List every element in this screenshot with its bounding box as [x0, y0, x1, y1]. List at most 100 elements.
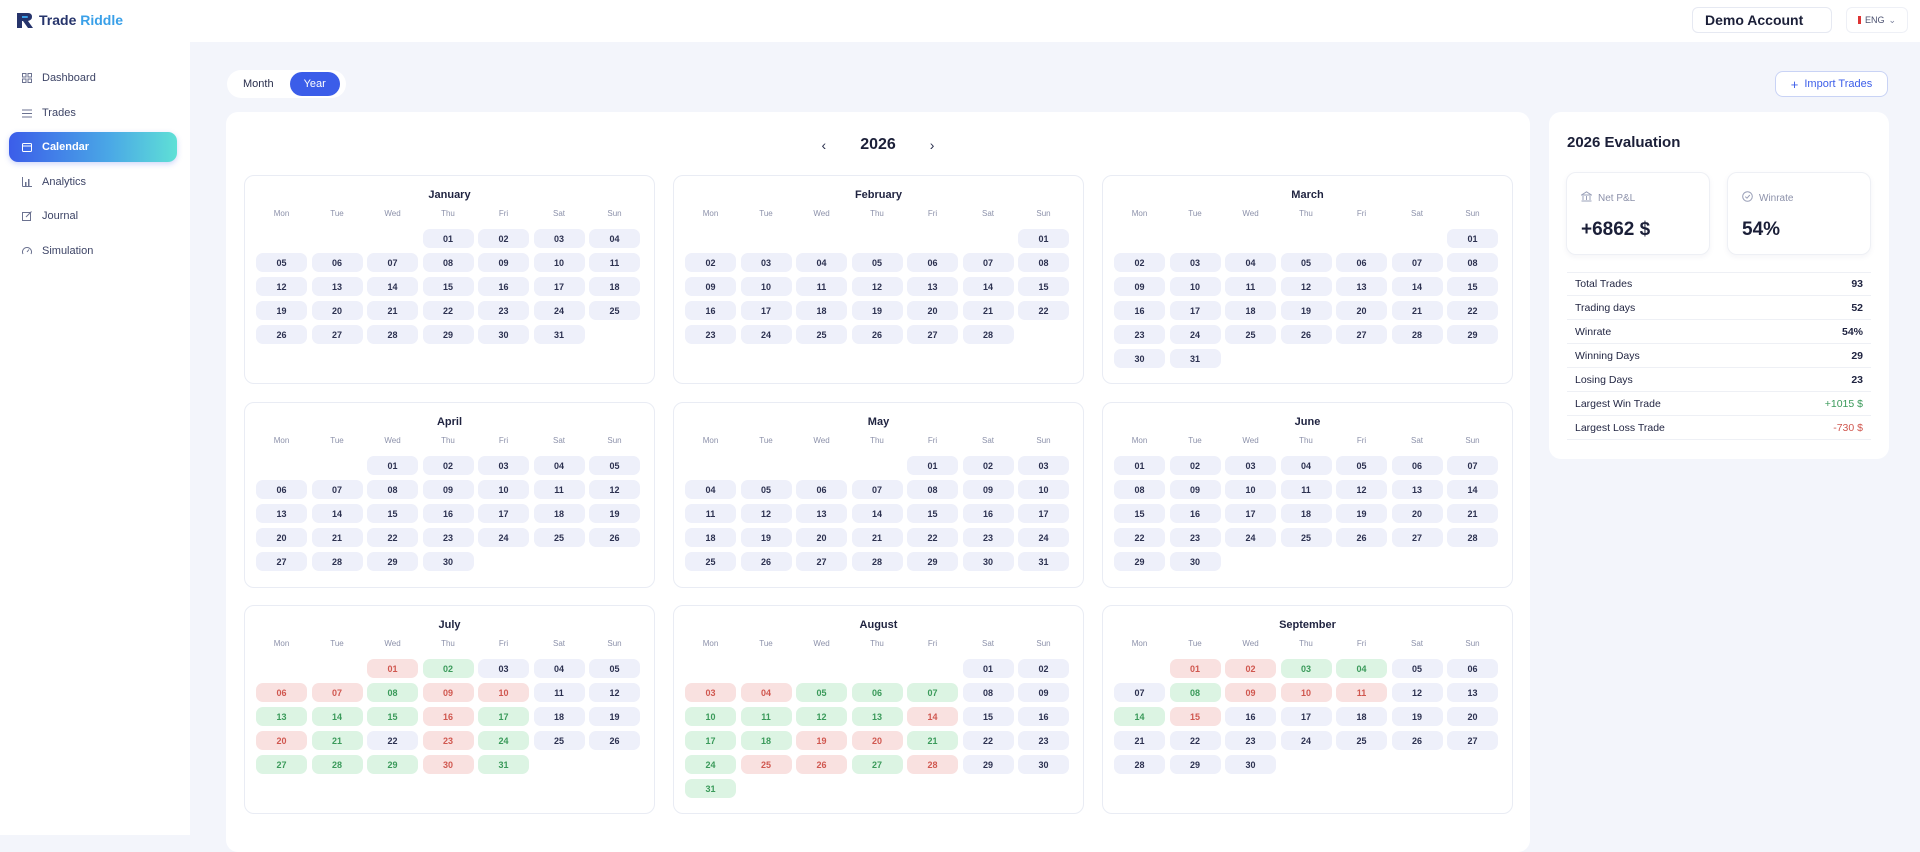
day-cell[interactable]: 12 [851, 277, 903, 296]
day-cell[interactable]: 04 [1225, 253, 1276, 272]
day-cell[interactable]: 11 [1280, 480, 1332, 499]
day-cell[interactable]: 17 [1225, 504, 1276, 523]
day-cell[interactable]: 03 [533, 229, 585, 248]
brand-logo[interactable]: Trade Riddle [15, 10, 123, 30]
day-cell[interactable]: 13 [311, 277, 363, 296]
day-cell[interactable]: 30 [1169, 552, 1221, 571]
day-cell[interactable]: 10 [1280, 683, 1332, 702]
day-cell[interactable]: 19 [740, 528, 792, 547]
day-cell[interactable]: 31 [533, 325, 585, 344]
day-cell[interactable]: 22 [907, 528, 958, 547]
day-cell[interactable]: 19 [1391, 707, 1443, 726]
day-cell[interactable]: 21 [1447, 504, 1498, 523]
day-cell[interactable]: 03 [740, 253, 792, 272]
day-cell[interactable]: 26 [589, 528, 640, 547]
day-cell[interactable]: 17 [478, 707, 529, 726]
day-cell[interactable]: 12 [796, 707, 847, 726]
day-cell[interactable]: 31 [1018, 552, 1069, 571]
day-cell[interactable]: 23 [1169, 528, 1221, 547]
day-cell[interactable]: 01 [367, 456, 418, 475]
day-cell[interactable]: 28 [962, 325, 1014, 344]
day-cell[interactable]: 29 [1447, 325, 1498, 344]
day-cell[interactable]: 10 [1018, 480, 1069, 499]
day-cell[interactable]: 06 [1336, 253, 1387, 272]
day-cell[interactable]: 29 [1114, 552, 1165, 571]
day-cell[interactable]: 12 [256, 277, 307, 296]
day-cell[interactable]: 27 [1447, 731, 1498, 750]
day-cell[interactable]: 13 [256, 707, 307, 726]
day-cell[interactable]: 17 [740, 301, 792, 320]
day-cell[interactable]: 27 [256, 755, 307, 774]
day-cell[interactable]: 27 [796, 552, 847, 571]
day-cell[interactable]: 02 [422, 456, 474, 475]
day-cell[interactable]: 11 [1225, 277, 1276, 296]
day-cell[interactable]: 23 [478, 301, 529, 320]
day-cell[interactable]: 17 [685, 731, 736, 750]
day-cell[interactable]: 10 [478, 683, 529, 702]
chevron-left-icon[interactable]: ‹ [822, 137, 827, 153]
day-cell[interactable]: 10 [478, 480, 529, 499]
day-cell[interactable]: 23 [1114, 325, 1165, 344]
day-cell[interactable]: 31 [1169, 349, 1221, 368]
day-cell[interactable]: 24 [533, 301, 585, 320]
day-cell[interactable]: 20 [796, 528, 847, 547]
day-cell[interactable]: 12 [1280, 277, 1332, 296]
day-cell[interactable]: 06 [311, 253, 363, 272]
day-cell[interactable]: 24 [1225, 528, 1276, 547]
day-cell[interactable]: 21 [311, 528, 363, 547]
day-cell[interactable]: 24 [478, 731, 529, 750]
day-cell[interactable]: 14 [311, 707, 363, 726]
day-cell[interactable]: 03 [1225, 456, 1276, 475]
day-cell[interactable]: 11 [533, 683, 585, 702]
day-cell[interactable]: 26 [796, 755, 847, 774]
day-cell[interactable]: 08 [962, 683, 1014, 702]
day-cell[interactable]: 22 [1114, 528, 1165, 547]
day-cell[interactable]: 30 [422, 552, 474, 571]
day-cell[interactable]: 08 [1447, 253, 1498, 272]
day-cell[interactable]: 25 [1336, 731, 1387, 750]
day-cell[interactable]: 19 [1336, 504, 1387, 523]
day-cell[interactable]: 02 [1169, 456, 1221, 475]
toggle-year[interactable]: Year [289, 72, 340, 96]
day-cell[interactable]: 28 [907, 755, 958, 774]
day-cell[interactable]: 17 [1169, 301, 1221, 320]
day-cell[interactable]: 27 [1391, 528, 1443, 547]
day-cell[interactable]: 12 [589, 480, 640, 499]
day-cell[interactable]: 25 [533, 528, 585, 547]
day-cell[interactable]: 14 [962, 277, 1014, 296]
day-cell[interactable]: 20 [256, 731, 307, 750]
day-cell[interactable]: 19 [851, 301, 903, 320]
day-cell[interactable]: 16 [1169, 504, 1221, 523]
day-cell[interactable]: 20 [256, 528, 307, 547]
day-cell[interactable]: 11 [796, 277, 847, 296]
day-cell[interactable]: 26 [1391, 731, 1443, 750]
day-cell[interactable]: 18 [796, 301, 847, 320]
day-cell[interactable]: 02 [422, 659, 474, 678]
day-cell[interactable]: 04 [740, 683, 792, 702]
day-cell[interactable]: 16 [1225, 707, 1276, 726]
day-cell[interactable]: 22 [1447, 301, 1498, 320]
day-cell[interactable]: 19 [256, 301, 307, 320]
day-cell[interactable]: 25 [533, 731, 585, 750]
day-cell[interactable]: 14 [1391, 277, 1443, 296]
day-cell[interactable]: 24 [685, 755, 736, 774]
day-cell[interactable]: 27 [256, 552, 307, 571]
day-cell[interactable]: 06 [1391, 456, 1443, 475]
day-cell[interactable]: 27 [851, 755, 903, 774]
day-cell[interactable]: 29 [962, 755, 1014, 774]
day-cell[interactable]: 18 [685, 528, 736, 547]
day-cell[interactable]: 05 [589, 659, 640, 678]
day-cell[interactable]: 04 [685, 480, 736, 499]
day-cell[interactable]: 25 [1225, 325, 1276, 344]
day-cell[interactable]: 24 [740, 325, 792, 344]
day-cell[interactable]: 07 [851, 480, 903, 499]
day-cell[interactable]: 30 [1018, 755, 1069, 774]
day-cell[interactable]: 14 [367, 277, 418, 296]
day-cell[interactable]: 26 [1336, 528, 1387, 547]
day-cell[interactable]: 22 [1169, 731, 1221, 750]
day-cell[interactable]: 11 [589, 253, 640, 272]
day-cell[interactable]: 07 [311, 480, 363, 499]
day-cell[interactable]: 30 [1225, 755, 1276, 774]
sidebar-item-trades[interactable]: Trades [9, 98, 177, 128]
day-cell[interactable]: 28 [311, 755, 363, 774]
